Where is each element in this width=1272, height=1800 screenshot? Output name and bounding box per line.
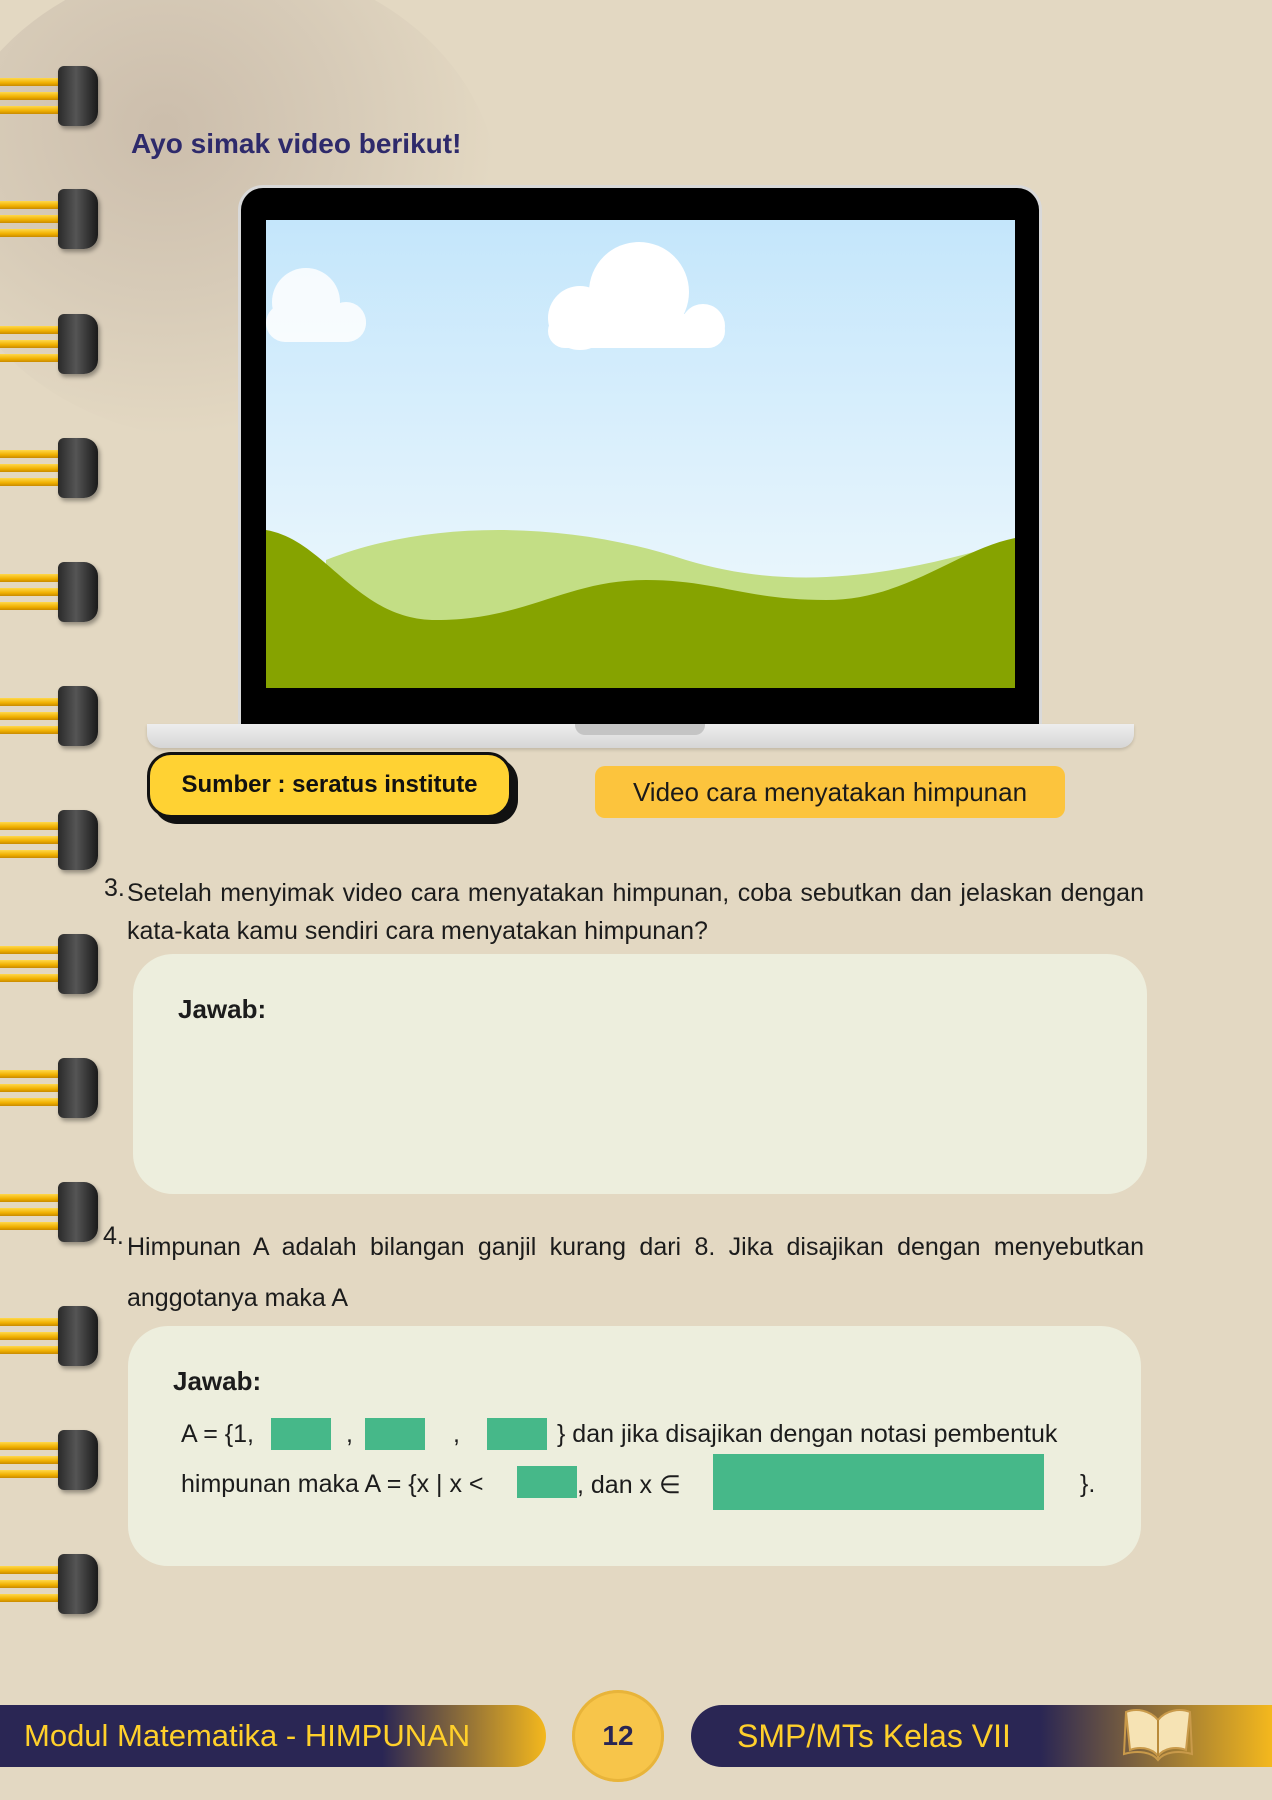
question-3-number: 3. — [104, 874, 125, 902]
module-title-text: Modul Matematika - HIMPUNAN — [24, 1718, 471, 1753]
laptop-notch — [575, 724, 705, 735]
answer-box-3[interactable]: Jawab: — [133, 954, 1147, 1194]
set-list-end: } dan jika disajikan dengan notasi pembe… — [557, 1420, 1058, 1448]
answer-label: Jawab: — [173, 1366, 262, 1396]
binding-ring — [0, 1304, 100, 1368]
class-title-text: SMP/MTs Kelas VII — [737, 1717, 1011, 1754]
set-list-start: A = {1, — [181, 1420, 254, 1448]
binding-ring — [0, 312, 100, 376]
set-builder-mid: , dan x ∈ — [577, 1471, 681, 1499]
binding-ring — [0, 1428, 100, 1492]
answer-blank-1[interactable] — [271, 1418, 331, 1450]
binding-ring — [0, 1180, 100, 1244]
answer-blank-2[interactable] — [365, 1418, 425, 1450]
binding-ring — [0, 64, 100, 128]
binding-ring — [0, 684, 100, 748]
video-source-badge: Sumber : seratus institute — [147, 752, 512, 818]
answer-blank-3[interactable] — [487, 1418, 547, 1450]
answer-label: Jawab: — [178, 994, 267, 1024]
question-4-text: Himpunan A adalah bilangan ganjil kurang… — [127, 1233, 1144, 1312]
video-caption: Video cara menyatakan himpunan — [595, 766, 1065, 818]
comma-separator: , — [346, 1420, 353, 1448]
spiral-binding — [0, 0, 110, 1700]
binding-ring — [0, 808, 100, 872]
footer-module-title: Modul Matematika - HIMPUNAN — [0, 1705, 546, 1767]
binding-ring — [0, 560, 100, 624]
set-builder-end: }. — [1080, 1470, 1096, 1498]
answer-blank-5[interactable] — [713, 1454, 1044, 1510]
section-heading: Ayo simak video berikut! — [131, 128, 462, 159]
question-3-text: Setelah menyimak video cara menyatakan h… — [127, 879, 1144, 945]
answer-box-4: Jawab: A = {1, , , } dan jika disajikan … — [128, 1326, 1141, 1566]
video-thumbnail[interactable] — [266, 220, 1015, 688]
binding-ring — [0, 1552, 100, 1616]
binding-ring — [0, 187, 100, 251]
binding-ring — [0, 436, 100, 500]
open-book-icon — [1122, 1709, 1194, 1762]
laptop-base — [147, 724, 1134, 748]
answer-blank-4[interactable] — [517, 1466, 577, 1498]
page-number-badge: 12 — [572, 1690, 664, 1782]
question-4-number: 4. — [103, 1222, 124, 1250]
page-number: 12 — [602, 1720, 634, 1751]
binding-ring — [0, 1056, 100, 1120]
set-builder-start: himpunan maka A = {x | x < — [181, 1470, 484, 1498]
video-player[interactable] — [241, 188, 1039, 724]
binding-ring — [0, 932, 100, 996]
comma-separator: , — [453, 1420, 460, 1448]
